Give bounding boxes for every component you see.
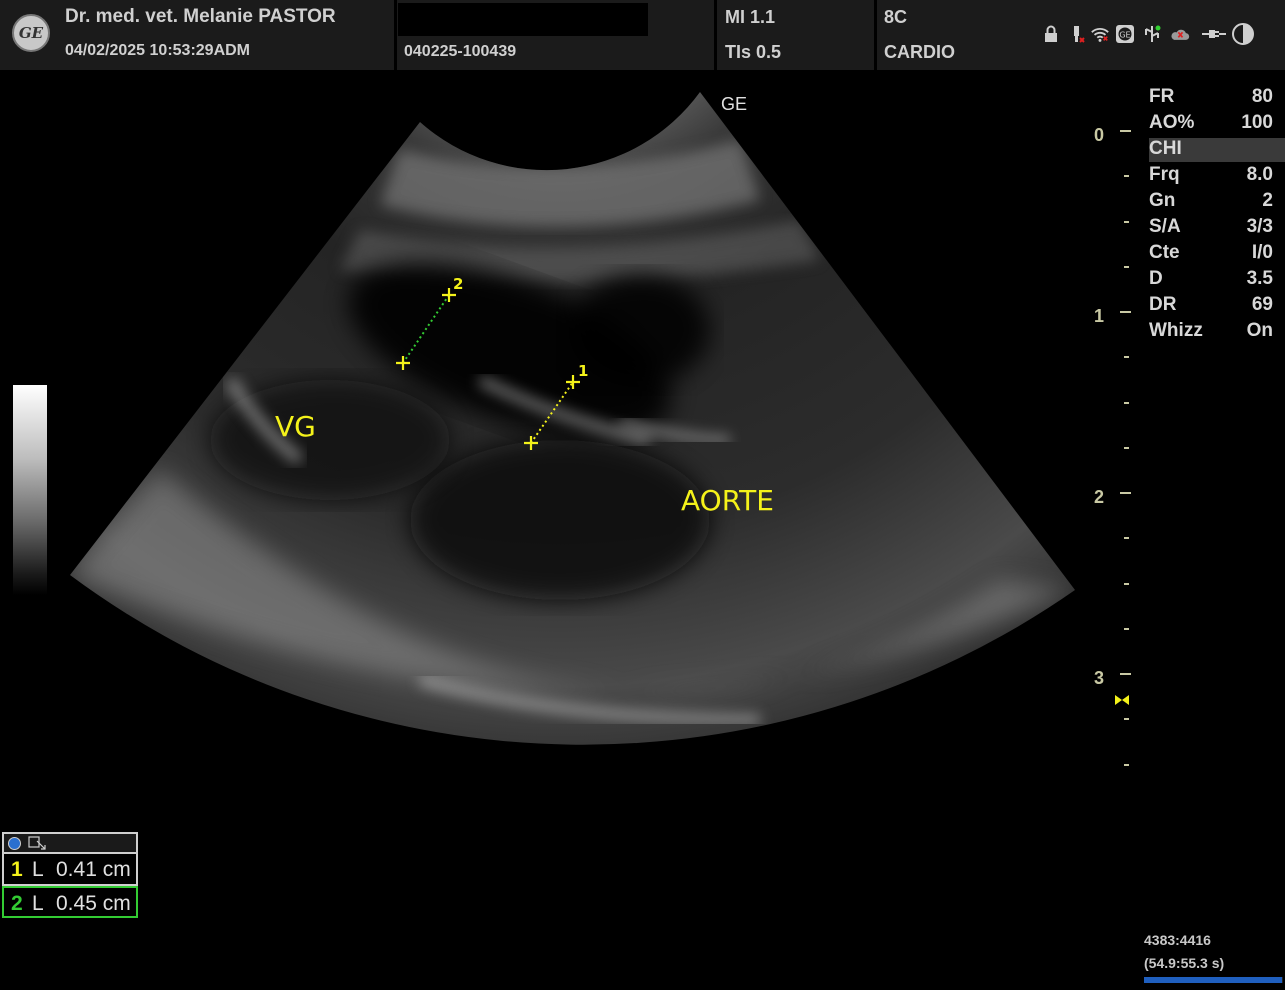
param-key: DR: [1149, 294, 1177, 315]
depth-minor-tick: [1124, 718, 1129, 720]
cine-progress-track[interactable]: [1144, 977, 1283, 983]
caliper-2-start-icon[interactable]: [396, 356, 410, 370]
param-key: AO%: [1149, 112, 1195, 133]
param-row-dr: DR 69: [1149, 294, 1285, 318]
focus-marker-icon[interactable]: [1114, 694, 1130, 706]
caliper-1-line: [530, 381, 574, 444]
param-value: 100: [1241, 112, 1273, 133]
measurement-2-value: 0.45 cm: [56, 892, 131, 915]
caliper-2-line: [402, 294, 450, 364]
depth-minor-tick: [1124, 764, 1129, 766]
param-row-chi: CHI: [1149, 138, 1285, 162]
param-value: 2: [1262, 190, 1273, 211]
param-key: S/A: [1149, 216, 1181, 237]
param-key: Cte: [1149, 242, 1180, 263]
param-row-fr: FR 80: [1149, 86, 1285, 110]
measure-active-icon[interactable]: [8, 837, 21, 850]
grayscale-bar: [13, 385, 47, 595]
depth-minor-tick: [1124, 583, 1129, 585]
param-key: CHI: [1149, 138, 1182, 159]
param-value: On: [1246, 320, 1273, 341]
param-value: 80: [1251, 86, 1273, 107]
measurement-1-index: 1: [11, 858, 23, 881]
param-row-cte: Cte I/0: [1149, 242, 1285, 266]
depth-label-0: 0: [1094, 125, 1105, 145]
measurement-row-2[interactable]: 2 L 0.45 cm: [2, 886, 138, 918]
caliper-1-number: 1: [578, 362, 589, 380]
param-row-d: D 3.5: [1149, 268, 1285, 292]
depth-label-1: 1: [1094, 306, 1105, 326]
param-row-frq: Frq 8.0: [1149, 164, 1285, 188]
depth-minor-tick: [1124, 266, 1129, 268]
measurement-box-header: [2, 832, 138, 854]
measurement-2-type: L: [32, 892, 44, 915]
param-value: I/0: [1251, 242, 1273, 263]
param-value: 3.5: [1246, 268, 1273, 289]
measurement-1-value: 0.41 cm: [56, 858, 131, 881]
param-row-sa: S/A 3/3: [1149, 216, 1285, 240]
depth-minor-tick: [1124, 175, 1129, 177]
depth-minor-tick: [1124, 537, 1129, 539]
depth-major-tick: [1120, 492, 1131, 494]
param-value: 8.0: [1246, 164, 1273, 185]
param-row-gn: Gn 2: [1149, 190, 1285, 214]
caliper-2-number: 2: [453, 275, 464, 293]
param-row-whizz: Whizz On: [1149, 320, 1285, 344]
depth-minor-tick: [1124, 628, 1129, 630]
caliper-overlay: [396, 288, 580, 450]
depth-minor-tick: [1124, 447, 1129, 449]
param-key: D: [1149, 268, 1163, 289]
depth-label-3: 3: [1094, 668, 1105, 688]
param-key: Whizz: [1149, 320, 1203, 341]
measurement-results-box[interactable]: 1 L 0.41 cm 2 L 0.45 cm: [2, 832, 138, 918]
measurement-1-type: L: [32, 858, 44, 881]
depth-major-tick: [1120, 673, 1131, 675]
cine-progress-fill: [1144, 977, 1282, 983]
depth-minor-tick: [1124, 402, 1129, 404]
param-key: Gn: [1149, 190, 1176, 211]
measurement-2-index: 2: [11, 892, 23, 915]
depth-label-2: 2: [1094, 487, 1105, 507]
param-value: 3/3: [1246, 216, 1273, 237]
param-key: Frq: [1149, 164, 1180, 185]
cine-time-counter: (54.9:55.3 s): [1144, 955, 1225, 971]
param-row-ao: AO% 100: [1149, 112, 1285, 136]
cine-frame-counter: 4383:4416: [1144, 932, 1211, 948]
depth-major-tick: [1120, 311, 1131, 313]
param-key: FR: [1149, 86, 1175, 107]
param-value: 69: [1251, 294, 1273, 315]
measurement-row-1[interactable]: 1 L 0.41 cm: [2, 854, 138, 886]
depth-minor-tick: [1124, 356, 1129, 358]
caliper-1-start-icon[interactable]: [524, 436, 538, 450]
depth-minor-tick: [1124, 221, 1129, 223]
depth-major-tick: [1120, 130, 1131, 132]
measure-tool-icon[interactable]: [28, 835, 48, 851]
